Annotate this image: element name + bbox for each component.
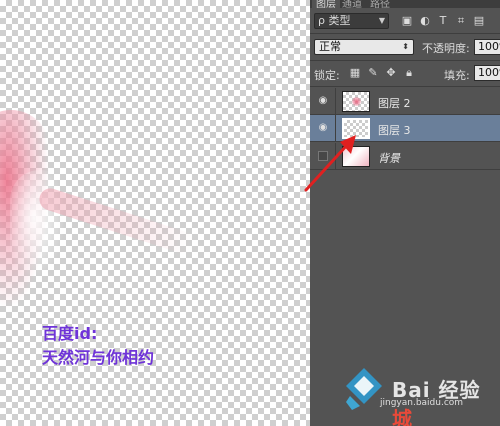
opacity-label: 不透明度: [422,42,470,55]
eye-icon[interactable]: ◉ [316,95,330,107]
fill-label: 填充: [444,69,470,82]
image-filter-icon[interactable]: ▣ [400,14,414,28]
highlight-stroke [10,170,70,290]
lock-all-icon[interactable]: 🔒︎ [402,66,416,80]
layers-panel: 图层 通道 路径 ρ 类型 ▼ ▣ ◐ T ⌗ ▤ 正常 ⬍ 不透明度: 100… [310,0,500,426]
layer-thumbnail [342,91,370,112]
adjustment-filter-icon[interactable]: ◐ [418,14,432,28]
chevron-down-icon: ▼ [378,16,385,25]
layer-filter-select[interactable]: ρ 类型 ▼ [314,13,389,29]
lock-transparent-icon[interactable]: ▦ [348,66,362,80]
layer-row[interactable]: ◉ 图层 2 [310,88,500,115]
divider [310,86,500,87]
smart-object-filter-icon[interactable]: ▤ [472,14,486,28]
shape-filter-icon[interactable]: ⌗ [454,14,468,28]
divider [310,60,500,61]
opacity-input[interactable]: 100% [474,39,500,55]
tab-channels[interactable]: 通道 [342,0,362,8]
lock-label: 锁定: [314,69,340,82]
annotation-arrow-icon [304,135,356,192]
document-canvas[interactable]: 百度id: 天然河与你相约 [0,0,310,426]
lock-move-icon[interactable]: ✥ [384,66,398,80]
layer-name[interactable]: 背景 [378,150,400,166]
filter-label: ρ 类型 [318,14,351,27]
blend-mode-value: 正常 [319,40,341,53]
baidu-jingyan-logo-icon [346,368,382,410]
layer-name[interactable]: 图层 2 [378,95,411,111]
fill-input[interactable]: 100% [474,65,500,81]
author-watermark-line2: 天然河与你相约 [42,348,155,367]
divider [335,88,336,115]
site-watermark-url: jingyan.baidu.com [380,398,464,408]
lock-paint-icon[interactable]: ✎ [366,66,380,80]
type-filter-icon[interactable]: T [436,14,450,28]
tab-paths[interactable]: 路径 [370,0,390,8]
blend-mode-select[interactable]: 正常 ⬍ [314,39,414,55]
chevron-updown-icon: ⬍ [402,42,409,51]
layer-name[interactable]: 图层 3 [378,122,411,138]
author-watermark-line1: 百度id: [42,324,98,343]
panel-tabs: 图层 通道 路径 [310,0,500,8]
tab-layers[interactable]: 图层 [312,0,340,8]
divider [310,33,500,34]
